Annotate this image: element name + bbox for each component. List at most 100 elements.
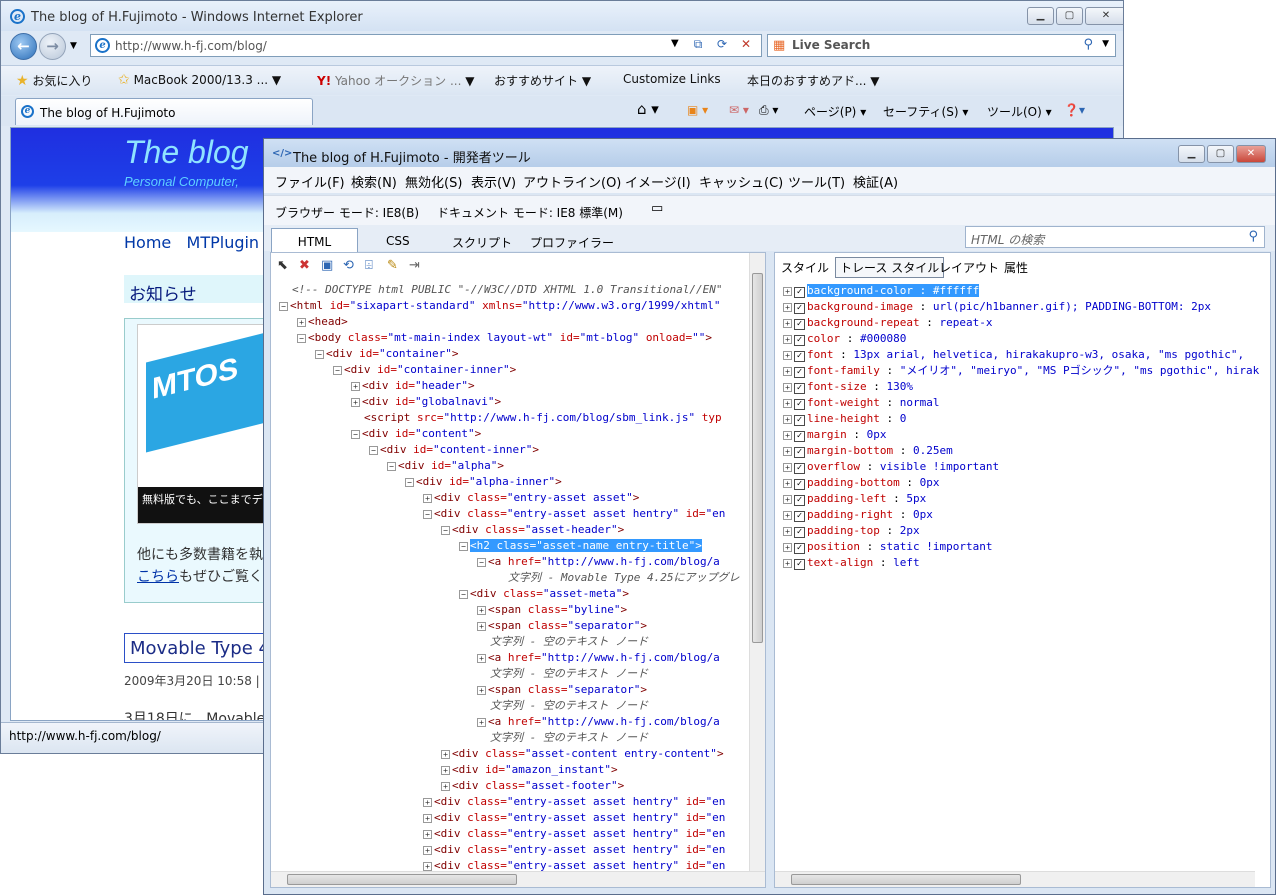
tree-vertical-scrollbar[interactable] (749, 253, 765, 873)
browser-mode-menu[interactable]: ブラウザー モード: IE8(B) (275, 204, 419, 221)
property-checkbox[interactable]: ✓ (794, 335, 805, 346)
dom-tree-node[interactable]: + <span class="byline"> (271, 602, 751, 618)
address-bar[interactable]: e http://www.h-fj.com/blog/ ▼ ⧉ ⟳ ✕ (90, 34, 762, 57)
dom-tree-node[interactable]: 文字列 - 空のテキスト ノード (271, 698, 751, 714)
style-property-row[interactable]: + ✓ padding-left : 5px (783, 491, 1259, 507)
tab-script[interactable]: スクリプト (442, 228, 522, 252)
dom-tree-node[interactable]: − <div class="asset-meta"> (271, 586, 751, 602)
expand-toggle-icon[interactable]: + (477, 606, 486, 615)
expand-toggle-icon[interactable]: + (783, 543, 792, 552)
property-checkbox[interactable]: ✓ (794, 319, 805, 330)
property-checkbox[interactable]: ✓ (794, 367, 805, 378)
recent-pages-dropdown-icon[interactable]: ▼ (70, 41, 77, 51)
book-cover-image[interactable]: MTOS 無料版でも、ここまでデ (137, 324, 277, 524)
expand-toggle-icon[interactable]: + (783, 367, 792, 376)
expand-toggle-icon[interactable]: + (783, 431, 792, 440)
dom-tree-node[interactable]: − <div id="alpha-inner"> (271, 474, 751, 490)
dom-tree-node[interactable]: <script src="http://www.h-fj.com/blog/sb… (271, 410, 751, 426)
property-checkbox[interactable]: ✓ (794, 495, 805, 506)
devtools-maximize-button[interactable]: ▢ (1207, 145, 1234, 163)
expand-toggle-icon[interactable]: + (423, 814, 432, 823)
dom-tree-node[interactable]: + <span class="separator"> (271, 682, 751, 698)
dom-tree-node[interactable]: + <div class="asset-footer"> (271, 778, 751, 794)
menu-outline[interactable]: アウトライン(O) (523, 172, 621, 191)
style-property-row[interactable]: + ✓ background-image : url(pic/h1banner.gi… (783, 299, 1259, 315)
feeds-icon[interactable]: ▣ ▾ (687, 103, 708, 117)
dom-tree-node[interactable]: − <div id="container-inner"> (271, 362, 751, 378)
safety-menu[interactable]: セーフティ(S) ▾ (883, 103, 968, 120)
style-horizontal-scrollbar[interactable] (775, 871, 1255, 887)
expand-toggle-icon[interactable]: + (477, 686, 486, 695)
expand-toggle-icon[interactable]: − (297, 334, 306, 343)
post-title[interactable]: Movable Type 4 (124, 633, 284, 663)
style-property-row[interactable]: + ✓ font-family : "メイリオ", "meiryo", "MS Pゴ… (783, 363, 1259, 379)
dom-tree-node[interactable]: + <a href="http://www.h-fj.com/blog/a (271, 714, 751, 730)
style-property-row[interactable]: + ✓ padding-bottom : 0px (783, 475, 1259, 491)
dom-tree-node[interactable]: − <div id="container"> (271, 346, 751, 362)
dom-tree-node[interactable]: <!-- DOCTYPE html PUBLIC "-//W3C//DTD XH… (271, 282, 751, 298)
property-checkbox[interactable]: ✓ (794, 559, 805, 570)
compat-view-icon[interactable]: ⧉ (689, 37, 707, 54)
devtools-close-button[interactable]: ✕ (1236, 145, 1266, 163)
expand-toggle-icon[interactable]: + (477, 622, 486, 631)
devtools-minimize-button[interactable]: ▁ (1178, 145, 1205, 163)
minimize-button[interactable]: ▁ (1027, 7, 1054, 25)
property-checkbox[interactable]: ✓ (794, 303, 805, 314)
style-property-row[interactable]: + ✓ background-color : #ffffff (783, 283, 1259, 299)
expand-toggle-icon[interactable]: − (477, 558, 486, 567)
expand-toggle-icon[interactable]: + (783, 463, 792, 472)
expand-toggle-icon[interactable]: + (783, 287, 792, 296)
tab-attributes[interactable]: 属性 (1004, 259, 1028, 276)
expand-toggle-icon[interactable]: − (405, 478, 414, 487)
fav-link-macbook[interactable]: ✩ MacBook 2000/13.3 ... ▼ (118, 72, 281, 88)
expand-toggle-icon[interactable]: + (783, 399, 792, 408)
refresh-icon[interactable]: ⟳ (713, 37, 731, 54)
home-icon[interactable]: ⌂ ▾ (637, 100, 659, 118)
menu-disable[interactable]: 無効化(S) (405, 172, 462, 191)
dom-tree-node[interactable]: + <span class="separator"> (271, 618, 751, 634)
dom-tree-node[interactable]: + <div id="globalnavi"> (271, 394, 751, 410)
expand-toggle-icon[interactable]: − (369, 446, 378, 455)
search-icon[interactable]: ⚲ (1083, 37, 1093, 52)
expand-toggle-icon[interactable]: − (333, 366, 342, 375)
expand-toggle-icon[interactable]: − (441, 526, 450, 535)
expand-toggle-icon[interactable]: + (423, 494, 432, 503)
expand-toggle-icon[interactable]: + (441, 782, 450, 791)
menu-view[interactable]: 表示(V) (471, 172, 516, 191)
expand-toggle-icon[interactable]: − (315, 350, 324, 359)
dom-tree-node[interactable]: + <div class="asset-content entry-content… (271, 746, 751, 762)
dom-tree-node[interactable]: 文字列 - 空のテキスト ノード (271, 634, 751, 650)
dom-tree-node[interactable]: 文字列 - 空のテキスト ノード (271, 666, 751, 682)
style-property-row[interactable]: + ✓ font-weight : normal (783, 395, 1259, 411)
style-property-row[interactable]: + ✓ background-repeat : repeat-x (783, 315, 1259, 331)
dom-tree-node[interactable]: − <div class="entry-asset asset hentry" i… (271, 506, 751, 522)
nav-home-link[interactable]: Home (124, 233, 171, 252)
dom-tree-node[interactable]: + <head> (271, 314, 751, 330)
expand-toggle-icon[interactable]: + (423, 830, 432, 839)
expand-toggle-icon[interactable]: + (783, 559, 792, 568)
dom-tree-node[interactable]: − <h2 class="asset-name entry-title"> (271, 538, 751, 554)
dom-tree-node[interactable]: − <div id="content-inner"> (271, 442, 751, 458)
tab-layout[interactable]: レイアウト (939, 259, 999, 276)
expand-toggle-icon[interactable]: + (783, 447, 792, 456)
books-link[interactable]: こちら (137, 569, 179, 585)
dom-tree-node[interactable]: + <div class="entry-asset asset"> (271, 490, 751, 506)
dom-tree-node[interactable]: − <a href="http://www.h-fj.com/blog/a (271, 554, 751, 570)
expand-toggle-icon[interactable]: − (387, 462, 396, 471)
favorites-button[interactable]: ★ お気に入り (16, 72, 92, 89)
address-url[interactable]: http://www.h-fj.com/blog/ (115, 39, 267, 53)
mail-icon[interactable]: ✉ ▾ (729, 103, 749, 117)
search-box[interactable]: ▦ Live Search ⚲ ▼ (767, 34, 1116, 57)
property-checkbox[interactable]: ✓ (794, 287, 805, 298)
dom-tree-node[interactable]: + <div class="entry-asset asset hentry" i… (271, 794, 751, 810)
print-icon[interactable]: ⎙ ▾ (759, 103, 778, 118)
expand-toggle-icon[interactable]: + (783, 495, 792, 504)
property-checkbox[interactable]: ✓ (794, 463, 805, 474)
property-checkbox[interactable]: ✓ (794, 383, 805, 394)
dom-tree-node[interactable]: 文字列 - Movable Type 4.25にアップグレ (271, 570, 751, 586)
expand-toggle-icon[interactable]: + (783, 511, 792, 520)
expand-toggle-icon[interactable]: + (783, 335, 792, 344)
fav-link-recommended[interactable]: おすすめサイト ▼ (494, 72, 591, 89)
close-button[interactable]: ✕ (1085, 7, 1123, 25)
style-property-row[interactable]: + ✓ margin : 0px (783, 427, 1259, 443)
